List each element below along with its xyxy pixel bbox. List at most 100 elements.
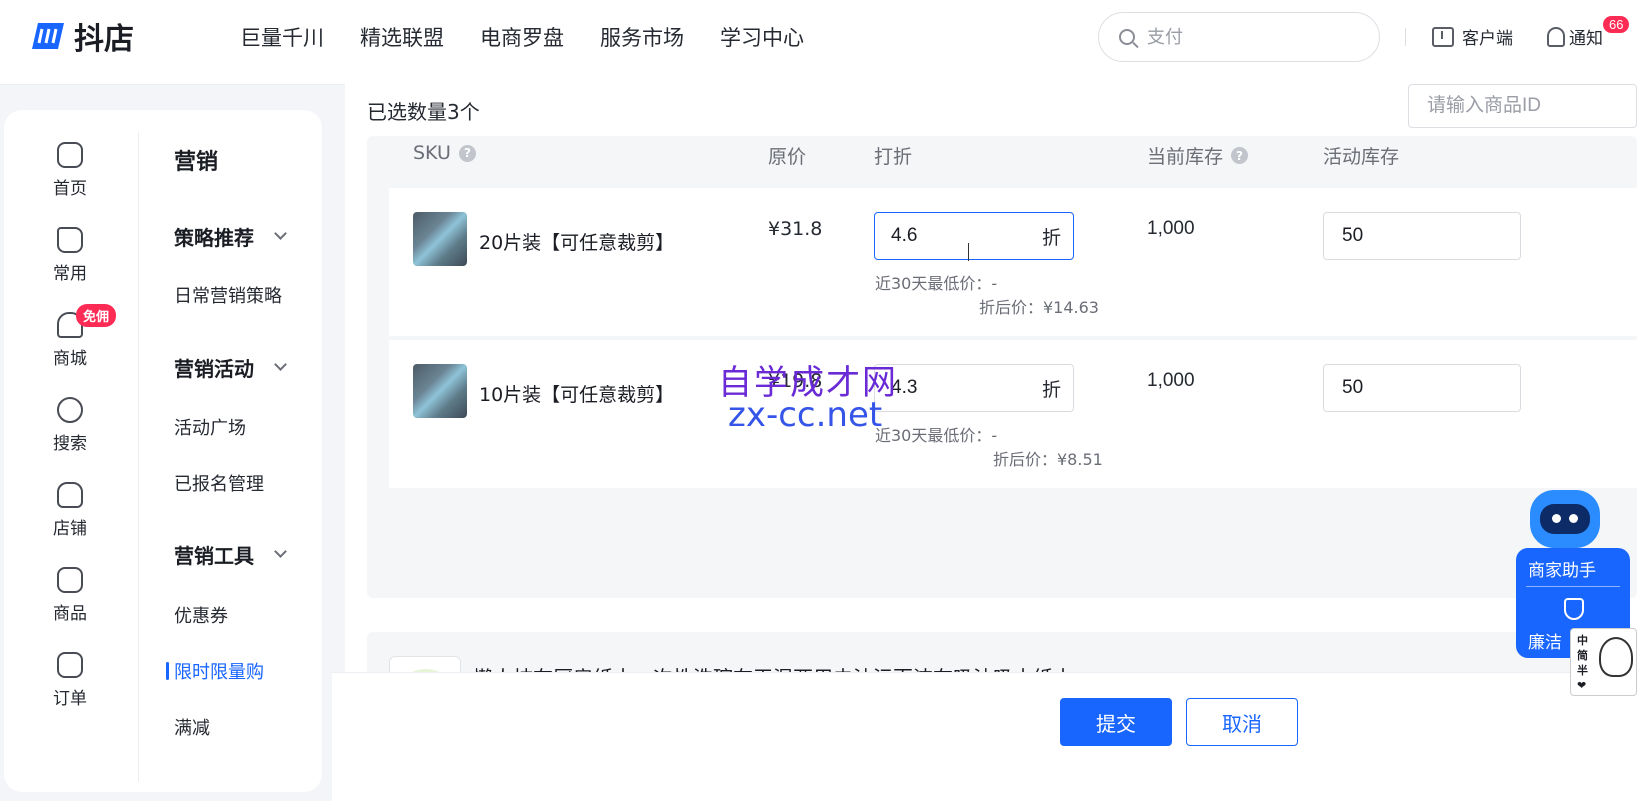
sidebar-item-label: 订单 [53,689,87,709]
discount-unit: 折 [1041,378,1061,401]
bag-icon [57,567,83,593]
sidebar-item-label: 商城 [53,349,87,369]
selected-count: 已选数量3个 [367,100,480,124]
notify-label: 通知 [1569,29,1603,49]
help-icon[interactable]: ? [1231,147,1249,164]
discount-input[interactable]: 4.6 折 [874,212,1074,260]
sidebar-item-mall[interactable]: 免佣 商城 [4,304,136,369]
nav-item-service-market[interactable]: 服务市场 [600,22,684,52]
order-icon [57,652,83,678]
menu-item-activity-plaza[interactable]: 活动广场 [174,414,246,440]
original-price: ¥31.8 [768,218,823,240]
robot-eye [1569,514,1578,523]
nav-item-compass[interactable]: 电商罗盘 [480,22,564,52]
discount-value: 4.6 [891,225,918,246]
submit-button[interactable]: 提交 [1060,698,1172,746]
current-stock: 1,000 [1147,370,1195,391]
active-indicator [166,662,169,680]
sidebar-item-shop[interactable]: 店铺 [4,482,136,539]
logo[interactable]: 抖店 [26,14,134,58]
menu-item-daily-strategy[interactable]: 日常营销策略 [174,282,282,308]
sku-name: 10片装【可任意裁剪】 [479,384,675,406]
shield-icon [1564,598,1584,620]
current-stock: 1,000 [1147,218,1195,239]
menu-group-tools[interactable]: 营销工具 [174,540,287,569]
nav-item-juliang[interactable]: 巨量千川 [240,22,324,52]
discount-input[interactable]: 4.3 折 [874,364,1074,412]
col-label: SKU [413,142,451,164]
col-label: 当前库存 [1147,146,1224,168]
client-label: 客户端 [1462,29,1513,49]
watermark-url: zx-cc.net [728,395,883,435]
activity-stock-input[interactable]: 50 [1323,212,1521,260]
header-divider [1405,28,1406,46]
sidebar-divider [138,132,139,782]
menu-item-label: 限时限量购 [174,662,264,683]
integrity-label[interactable]: 廉洁 [1528,628,1562,653]
sidebar-item-product[interactable]: 商品 [4,567,136,624]
col-activity-stock: 活动库存 [1323,146,1400,168]
sidebar-item-label: 搜索 [53,434,87,454]
table-row: 20片装【可任意裁剪】 ¥31.8 4.6 折 近30天最低价：- 折后价：¥1… [389,188,1637,336]
home-icon [57,142,83,168]
after-discount-price: 折后价：¥14.63 [979,298,1099,317]
text-cursor [968,243,970,261]
doudian-logo-icon [32,23,64,49]
sticker-text: 中简半❤ [1577,634,1588,692]
menu-group-label: 策略推荐 [174,226,254,250]
menu-item-full-reduction[interactable]: 满减 [174,714,210,740]
table-header: SKU? 原价 打折 当前库存? 活动库存 [367,136,1637,188]
sidebar-icon-column: 首页 常用 免佣 商城 搜索 店铺 商品 订单 [4,110,136,792]
col-discount: 打折 [874,146,913,168]
logo-text: 抖店 [74,22,134,57]
bell-icon [1547,26,1565,47]
lowest-30-day-price: 近30天最低价：- [875,274,998,293]
menu-group-activity[interactable]: 营销活动 [174,353,287,382]
cancel-button[interactable]: 取消 [1186,698,1298,746]
notify-count-badge: 66 [1603,16,1630,33]
col-stock: 当前库存? [1147,142,1249,169]
top-header: 抖店 巨量千川 精选联盟 电商罗盘 服务市场 学习中心 客户端 通知 66 [0,0,1637,84]
sidebar-item-search[interactable]: 搜索 [4,397,136,454]
col-price: 原价 [768,146,807,168]
sidebar-item-order[interactable]: 订单 [4,652,136,709]
menu-item-flash-sale[interactable]: 限时限量购 [166,658,264,684]
sticker-image: 中简半❤ [1570,628,1637,696]
notification-button[interactable]: 通知 66 [1547,16,1630,49]
table-row: 10片装【可任意裁剪】 ¥19.8 4.3 折 近30天最低价：- 折后价：¥8… [389,340,1637,488]
menu-title: 营销 [174,150,219,175]
folder-icon [57,227,83,253]
nav-item-learning[interactable]: 学习中心 [720,22,804,52]
assistant-divider [1526,586,1620,587]
sku-thumbnail [413,364,467,418]
sidebar: 首页 常用 免佣 商城 搜索 店铺 商品 订单 营销 策略推荐 日常营销策略 营… [4,110,322,792]
discount-unit: 折 [1041,226,1061,249]
assistant-label: 商家助手 [1528,561,1596,581]
shop-icon [57,482,83,508]
sidebar-item-home[interactable]: 首页 [4,142,136,199]
menu-group-label: 营销活动 [174,357,254,381]
sidebar-item-label: 店铺 [53,519,87,539]
search-box[interactable] [1098,12,1380,62]
download-icon [1432,26,1454,47]
nav-item-alliance[interactable]: 精选联盟 [360,22,444,52]
search-chart-icon [57,397,83,423]
menu-item-coupon[interactable]: 优惠券 [174,602,228,628]
help-icon[interactable]: ? [458,144,476,162]
footer-bar [332,672,1637,801]
sidebar-item-label: 常用 [53,264,87,284]
lowest-30-day-price: 近30天最低价：- [875,426,998,445]
search-input[interactable] [1147,26,1347,48]
robot-icon [1530,490,1600,548]
activity-stock-input[interactable]: 50 [1323,364,1521,412]
menu-group-strategy[interactable]: 策略推荐 [174,222,287,251]
sidebar-item-common[interactable]: 常用 [4,227,136,284]
client-download-link[interactable]: 客户端 [1432,24,1513,49]
product-id-input[interactable] [1408,84,1637,128]
sku-thumbnail [413,212,467,266]
chevron-down-icon [274,358,287,371]
robot-eye [1552,514,1561,523]
chevron-down-icon [274,227,287,240]
menu-item-registered[interactable]: 已报名管理 [174,470,264,496]
sku-table: SKU? 原价 打折 当前库存? 活动库存 20片装【可任意裁剪】 ¥31.8 … [367,136,1637,598]
